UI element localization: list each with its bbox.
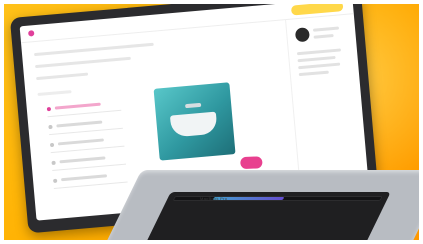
- form-option-label: [54, 102, 101, 110]
- subtitle-line: [37, 90, 72, 97]
- radio-icon: [49, 142, 55, 148]
- sidebar-line: [313, 34, 334, 39]
- next-button[interactable]: [240, 156, 263, 170]
- title-line-2: [35, 56, 131, 69]
- form-option-5[interactable]: [52, 167, 128, 189]
- radio-icon: [53, 178, 58, 183]
- avatar: [294, 27, 310, 43]
- brand-logo: [27, 30, 35, 37]
- laptop-model-label: MacBook Pro: [200, 196, 228, 201]
- header-pill-button[interactable]: [290, 1, 344, 16]
- form-option-label: [60, 174, 108, 182]
- laptop-keyboard-deck: [102, 170, 423, 244]
- faucet-shape: [185, 102, 202, 109]
- radio-icon: [46, 106, 52, 112]
- illustration-scene: MacBook Pro: [0, 0, 423, 244]
- radio-icon: [51, 160, 56, 166]
- sidebar-line: [297, 55, 336, 63]
- keyboard: [142, 192, 391, 244]
- sink-shape: [169, 111, 218, 138]
- sidebar-line: [298, 70, 329, 77]
- form-option-label: [57, 138, 104, 146]
- laptop: MacBook Pro: [0, 0, 423, 244]
- title-line-1: [33, 42, 154, 57]
- sidebar-line: [298, 62, 341, 70]
- sidebar-line: [312, 26, 340, 32]
- radio-icon: [48, 124, 53, 130]
- form-option-label: [59, 156, 106, 164]
- sidebar-line: [296, 48, 342, 56]
- bathroom-photo: [153, 82, 236, 161]
- form-option-label: [56, 120, 103, 128]
- title-line-3: [36, 72, 89, 81]
